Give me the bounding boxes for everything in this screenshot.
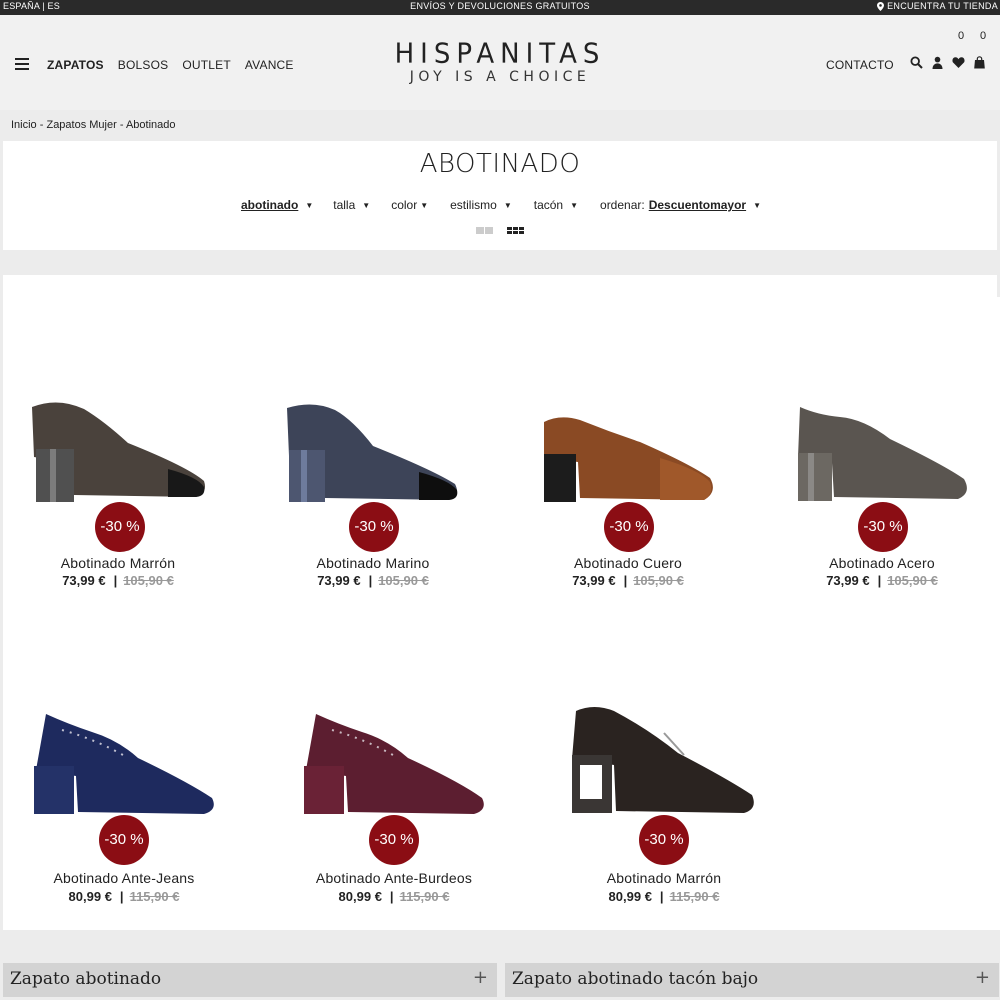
discount-badge: -30 % bbox=[99, 815, 149, 865]
header-icons bbox=[910, 56, 986, 69]
top-bar: ESPAÑA | ES ENVÍOS Y DEVOLUCIONES GRATUI… bbox=[0, 0, 1000, 21]
product-price: 73,99 € | 105,90 € bbox=[317, 573, 429, 588]
accordion-zapato-abotinado-tacon-bajo[interactable]: Zapato abotinado tacón bajo + bbox=[505, 963, 999, 997]
location-pin-icon bbox=[877, 1, 885, 11]
contact-link[interactable]: CONTACTO bbox=[826, 58, 894, 72]
product-price: 73,99 € | 105,90 € bbox=[62, 573, 174, 588]
sort-label: ordenar: bbox=[600, 198, 645, 212]
discount-badge: -30 % bbox=[95, 502, 145, 552]
accordion-label: Zapato abotinado bbox=[10, 969, 162, 989]
filter-bar: abotinado ▼ talla ▼ color ▼ estilismo ▼ … bbox=[241, 198, 783, 212]
store-locator-link[interactable]: ENCUENTRA TU TIENDA bbox=[877, 1, 998, 11]
dropdown-arrow-icon: ▼ bbox=[753, 200, 762, 210]
product-name[interactable]: Abotinado Marrón bbox=[18, 555, 218, 571]
product-name[interactable]: Abotinado Marrón bbox=[564, 870, 764, 886]
product-name[interactable]: Abotinado Ante-Burdeos bbox=[294, 870, 494, 886]
shoe-image bbox=[34, 714, 214, 814]
shoe-image bbox=[304, 714, 484, 814]
filter-label: color bbox=[391, 198, 418, 212]
original-price: 105,90 € bbox=[378, 573, 429, 588]
breadcrumb-home[interactable]: Inicio bbox=[11, 119, 37, 131]
product-price: 80,99 € | 115,90 € bbox=[68, 889, 180, 904]
filter-label: talla bbox=[333, 198, 356, 212]
product-price: 73,99 € | 105,90 € bbox=[826, 573, 938, 588]
current-price: 73,99 € bbox=[317, 573, 361, 588]
search-icon[interactable] bbox=[910, 56, 923, 69]
accordion-label: Zapato abotinado tacón bajo bbox=[512, 969, 759, 989]
current-price: 73,99 € bbox=[572, 573, 616, 588]
sort-value: Descuentomayor bbox=[648, 198, 747, 212]
grid-2-columns-icon[interactable] bbox=[476, 227, 493, 234]
filter-estilismo[interactable]: estilismo ▼ bbox=[450, 198, 512, 212]
discount-badge: -30 % bbox=[604, 502, 654, 552]
wishlist-count: 0 bbox=[958, 30, 965, 42]
shopping-bag-icon[interactable] bbox=[973, 56, 986, 69]
discount-badge: -30 % bbox=[369, 815, 419, 865]
breadcrumb: Inicio - Zapatos Mujer - Abotinado bbox=[11, 119, 176, 131]
site-header: ZAPATOS BOLSOS OUTLET AVANCE HISPANITAS … bbox=[0, 15, 1000, 110]
product-name[interactable]: Abotinado Ante-Jeans bbox=[24, 870, 224, 886]
filter-color[interactable]: color ▼ bbox=[391, 198, 428, 212]
filter-abotinado[interactable]: abotinado ▼ bbox=[241, 198, 313, 212]
filter-tacon[interactable]: tacón ▼ bbox=[534, 198, 578, 212]
breadcrumb-category[interactable]: Zapatos Mujer bbox=[46, 119, 116, 131]
dropdown-arrow-icon: ▼ bbox=[570, 200, 579, 210]
promo-text: ENVÍOS Y DEVOLUCIONES GRATUITOS bbox=[410, 1, 590, 11]
view-toggle bbox=[476, 227, 524, 234]
shoe-image bbox=[544, 417, 713, 502]
page-title: ABOTINADO bbox=[419, 149, 581, 179]
discount-badge: -30 % bbox=[858, 502, 908, 552]
current-price: 73,99 € bbox=[62, 573, 106, 588]
shoe-image bbox=[798, 407, 967, 501]
shoe-image bbox=[572, 707, 754, 813]
product-price: 73,99 € | 105,90 € bbox=[572, 573, 684, 588]
filter-label: tacón bbox=[533, 198, 564, 212]
sort-dropdown[interactable]: ordenar: Descuentomayor ▼ bbox=[600, 198, 761, 212]
breadcrumb-separator: - bbox=[116, 119, 126, 131]
current-price: 80,99 € bbox=[68, 889, 112, 904]
store-locator-label: ENCUENTRA TU TIENDA bbox=[887, 1, 998, 11]
original-price: 105,90 € bbox=[633, 573, 684, 588]
original-price: 115,90 € bbox=[399, 889, 450, 904]
original-price: 115,90 € bbox=[129, 889, 180, 904]
filter-panel: ABOTINADO abotinado ▼ talla ▼ color ▼ es… bbox=[3, 141, 997, 250]
discount-badge: -30 % bbox=[349, 502, 399, 552]
filter-talla[interactable]: talla ▼ bbox=[333, 198, 370, 212]
plus-icon: + bbox=[472, 967, 488, 988]
shoe-image bbox=[32, 402, 205, 502]
accordion-zapato-abotinado[interactable]: Zapato abotinado + bbox=[3, 963, 497, 997]
dropdown-arrow-icon: ▼ bbox=[362, 200, 371, 210]
grid-3-columns-icon[interactable] bbox=[507, 227, 524, 234]
current-price: 80,99 € bbox=[608, 889, 652, 904]
shoe-image bbox=[287, 404, 458, 502]
filter-label: estilismo bbox=[450, 198, 497, 212]
heart-icon[interactable] bbox=[952, 56, 965, 69]
breadcrumb-separator: - bbox=[36, 119, 47, 131]
breadcrumb-current: Abotinado bbox=[125, 119, 176, 131]
product-name[interactable]: Abotinado Marino bbox=[273, 555, 473, 571]
original-price: 105,90 € bbox=[123, 573, 174, 588]
product-name[interactable]: Abotinado Acero bbox=[782, 555, 982, 571]
dropdown-arrow-icon: ▼ bbox=[503, 200, 512, 210]
product-name[interactable]: Abotinado Cuero bbox=[528, 555, 728, 571]
current-price: 80,99 € bbox=[338, 889, 382, 904]
user-icon[interactable] bbox=[931, 56, 944, 69]
filter-label: abotinado bbox=[241, 198, 299, 212]
original-price: 115,90 € bbox=[669, 889, 720, 904]
plus-icon: + bbox=[974, 967, 990, 988]
discount-badge: -30 % bbox=[639, 815, 689, 865]
cart-count: 0 bbox=[980, 30, 987, 42]
product-price: 80,99 € | 115,90 € bbox=[608, 889, 720, 904]
dropdown-arrow-icon: ▼ bbox=[305, 200, 314, 210]
original-price: 105,90 € bbox=[887, 573, 938, 588]
current-price: 73,99 € bbox=[826, 573, 870, 588]
product-grid bbox=[3, 275, 997, 930]
product-price: 80,99 € | 115,90 € bbox=[338, 889, 450, 904]
dropdown-arrow-icon: ▼ bbox=[420, 200, 429, 210]
